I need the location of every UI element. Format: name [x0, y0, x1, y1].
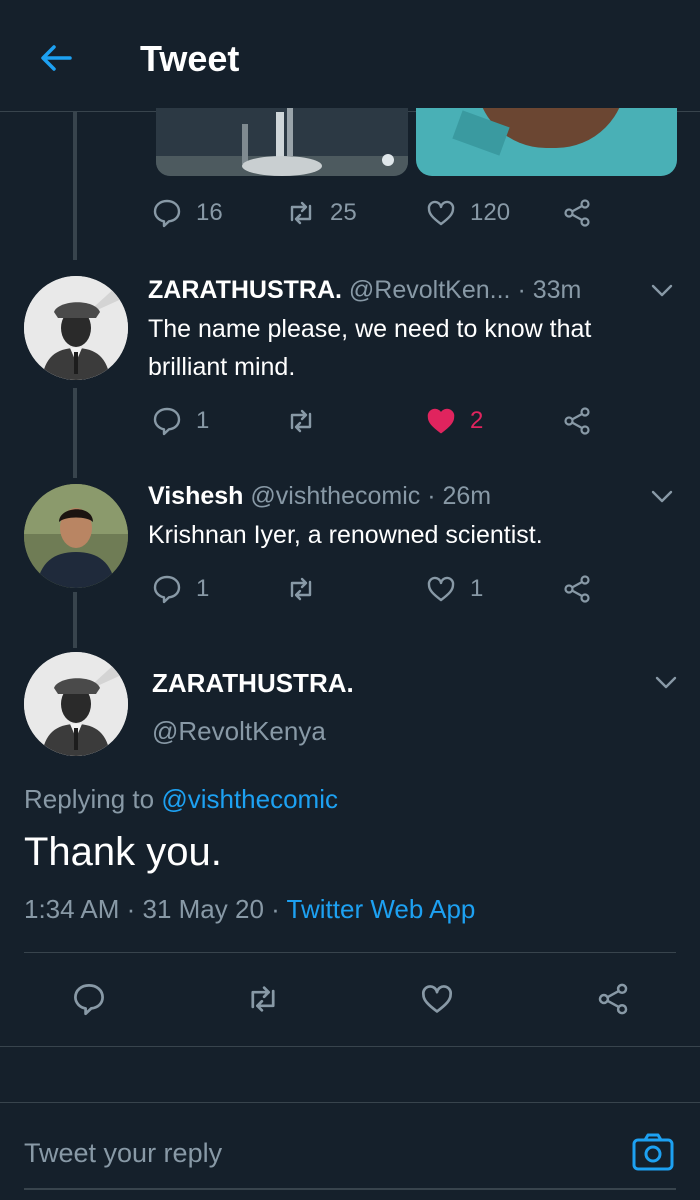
share-button[interactable] — [596, 982, 630, 1016]
display-name[interactable]: Vishesh — [148, 482, 243, 510]
display-name[interactable]: ZARATHUSTRA. — [152, 668, 354, 699]
divider — [0, 1046, 700, 1047]
back-arrow-icon[interactable] — [36, 38, 76, 78]
reply-author-line: Vishesh @vishthecomic · 26m — [148, 482, 491, 511]
avatar[interactable] — [24, 652, 128, 756]
reply-icon — [153, 575, 181, 604]
reply-button[interactable]: 1 — [152, 406, 209, 436]
reply-button[interactable]: 16 — [152, 198, 223, 228]
retweet-icon — [290, 577, 312, 601]
replying-to-label: Replying to — [24, 784, 155, 814]
handle[interactable]: @RevoltKenya — [152, 716, 326, 747]
timestamp: · 26m — [427, 482, 492, 510]
retweet-icon — [251, 986, 275, 1012]
thread-line — [73, 388, 77, 478]
chevron-down-icon[interactable] — [648, 482, 676, 510]
share-icon — [564, 575, 590, 603]
reply-input-underline — [24, 1188, 676, 1190]
retweet-button[interactable] — [286, 574, 316, 604]
handle[interactable]: @RevoltKen... — [349, 276, 511, 304]
thread-line — [73, 592, 77, 648]
tweet-source-link[interactable]: Twitter Web App — [287, 894, 476, 924]
share-icon — [564, 199, 590, 227]
heart-icon — [427, 576, 455, 602]
reply-button[interactable] — [72, 982, 106, 1016]
page-title: Tweet — [140, 38, 240, 79]
reply-count: 1 — [196, 407, 210, 434]
share-icon — [598, 983, 628, 1015]
share-button[interactable] — [562, 574, 592, 604]
heart-icon — [427, 200, 455, 226]
display-name[interactable]: ZARATHUSTRA. — [148, 276, 342, 304]
retweet-button[interactable] — [286, 406, 316, 436]
like-count: 120 — [470, 199, 511, 226]
reply-author-line: ZARATHUSTRA. @RevoltKen... · 33m — [148, 276, 581, 305]
tweet-timestamp: 1:34 AM · 31 May 20 · — [24, 894, 287, 924]
like-button[interactable] — [420, 982, 454, 1016]
tweet-text: Krishnan Iyer, a renowned scientist. — [148, 521, 543, 549]
share-icon — [564, 407, 590, 435]
chevron-down-icon[interactable] — [652, 668, 680, 696]
top-app-bar: Tweet — [0, 0, 700, 112]
heart-icon — [422, 985, 452, 1013]
reply-composer-bar — [0, 1102, 700, 1200]
share-button[interactable] — [562, 406, 592, 436]
reply-count: 1 — [196, 575, 210, 602]
tweet-meta-line: 1:34 AM · 31 May 20 · Twitter Web App — [24, 894, 475, 925]
like-button[interactable]: 120 — [426, 198, 510, 228]
divider — [24, 952, 676, 953]
replying-to-line: Replying to @vishthecomic — [24, 784, 338, 815]
handle[interactable]: @vishthecomic — [250, 482, 420, 510]
chevron-down-icon[interactable] — [648, 276, 676, 304]
reply-icon — [153, 199, 181, 228]
like-button[interactable]: 1 — [426, 574, 483, 604]
tweet-media-rocket-image[interactable] — [156, 108, 408, 176]
like-button[interactable]: 2 — [426, 406, 483, 436]
reply-icon — [74, 984, 104, 1016]
retweet-icon — [290, 409, 312, 433]
retweet-icon — [290, 201, 312, 225]
retweet-count: 25 — [330, 199, 357, 226]
retweet-button[interactable]: 25 — [286, 198, 357, 228]
heart-filled-icon — [427, 408, 455, 434]
reply-icon — [153, 407, 181, 436]
like-count: 1 — [470, 575, 484, 602]
main-tweet-text: Thank you. — [24, 830, 222, 874]
reply-input[interactable] — [24, 1133, 614, 1173]
tweet-text: The name please, we need to know that br… — [148, 315, 592, 381]
like-count: 2 — [470, 407, 484, 434]
reply-button[interactable]: 1 — [152, 574, 209, 604]
retweet-button[interactable] — [246, 982, 280, 1016]
thread-line — [73, 112, 77, 260]
camera-icon[interactable] — [630, 1129, 676, 1175]
timestamp: · 33m — [517, 276, 582, 304]
avatar[interactable] — [24, 276, 128, 380]
avatar[interactable] — [24, 484, 128, 588]
tweet-media-portrait-image[interactable] — [416, 108, 677, 176]
reply-count: 16 — [196, 199, 223, 226]
replying-to-handle[interactable]: @vishthecomic — [161, 784, 338, 814]
share-button[interactable] — [562, 198, 592, 228]
